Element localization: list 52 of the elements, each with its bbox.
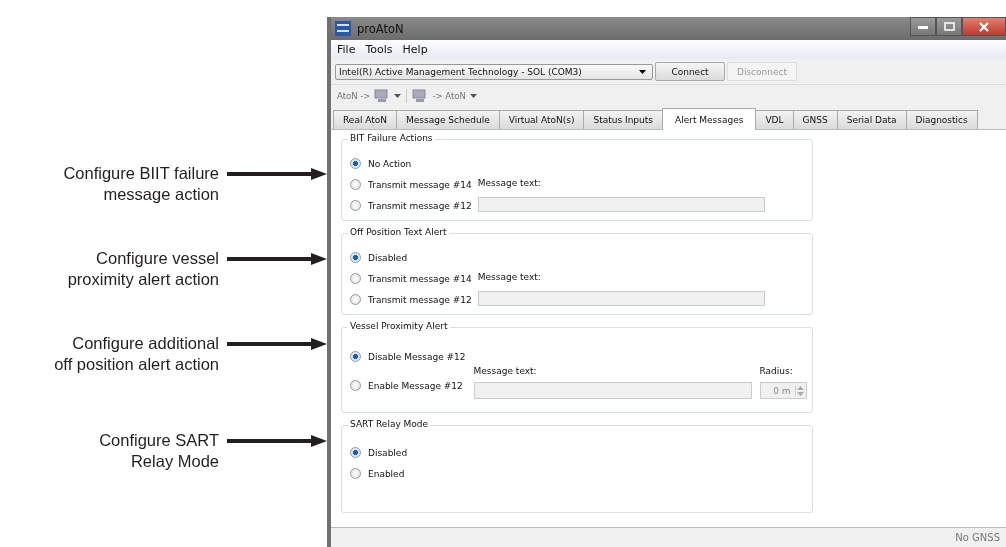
app-logo: [335, 21, 351, 36]
radio-option[interactable]: Transmit message #14: [350, 272, 472, 285]
menu-item[interactable]: File: [337, 43, 356, 56]
radio-option[interactable]: Transmit message #14: [350, 178, 472, 191]
caret-icon: [469, 94, 477, 98]
tab[interactable]: Serial Data: [836, 110, 907, 129]
close-icon: [979, 21, 989, 32]
menu-item[interactable]: Help: [402, 43, 428, 56]
radio-option[interactable]: Enabled: [350, 467, 804, 480]
tab[interactable]: VDL: [755, 110, 794, 129]
radius-label: Radius:: [759, 366, 794, 376]
annotation-text: Configure vessel proximity alert action: [67, 248, 219, 290]
tab[interactable]: Status Inputs: [583, 110, 663, 129]
message-label: Message text:: [477, 272, 542, 282]
computer-icon: [412, 89, 429, 103]
radio-option[interactable]: Disable Message #12: [350, 350, 466, 363]
window-title: proAtoN: [357, 21, 404, 36]
annotation-text: Configure BIIT failure message action: [63, 163, 219, 205]
tab[interactable]: Virtual AtoN(s): [498, 110, 585, 129]
tab[interactable]: Diagnostics: [905, 110, 978, 129]
caret-icon: [639, 69, 646, 74]
minimize-button[interactable]: [910, 17, 936, 36]
message-label: Message text:: [477, 178, 542, 188]
annotation-text: Configure SART Relay Mode: [99, 430, 219, 472]
group-title: Vessel Proximity Alert: [348, 321, 450, 331]
tab[interactable]: GNSS: [792, 110, 838, 129]
message-label: Message text:: [473, 366, 538, 376]
close-button[interactable]: [962, 17, 1006, 36]
annotation-text: Configure additional off position alert action: [54, 333, 219, 375]
tab[interactable]: Alert Messages: [662, 108, 757, 130]
radio-option[interactable]: No Action: [350, 157, 472, 170]
radio-option[interactable]: Enable Message #12: [350, 379, 466, 392]
radio-option[interactable]: Transmit message #12: [350, 199, 472, 212]
connection-button[interactable]: Connect: [655, 62, 725, 81]
computer-icon: [374, 89, 391, 103]
radio-option[interactable]: Disabled: [350, 446, 804, 459]
port-dropdown[interactable]: Intel(R) Active Management Technology - SOL (COM3): [335, 63, 653, 80]
group-title: Off Position Text Alert: [348, 227, 449, 237]
tab[interactable]: Real AtoN: [333, 110, 398, 129]
radio-option[interactable]: Disabled: [350, 251, 472, 264]
maximize-button[interactable]: [936, 17, 962, 36]
transfer-dropdown[interactable]: AtoN ->: [335, 89, 404, 103]
tab[interactable]: Message Schedule: [396, 110, 500, 129]
gnss-status: No GNSS: [955, 532, 1000, 543]
menu-item[interactable]: Tools: [365, 43, 393, 56]
radio-option[interactable]: Transmit message #12: [350, 293, 472, 306]
maximize-icon: [943, 22, 955, 31]
caret-icon: [394, 94, 402, 98]
transfer-dropdown[interactable]: -> AtoN: [410, 89, 479, 103]
group-title: SART Relay Mode: [348, 419, 431, 429]
group-title: BIT Failure Actions: [348, 133, 435, 143]
minimize-icon: [918, 24, 928, 29]
